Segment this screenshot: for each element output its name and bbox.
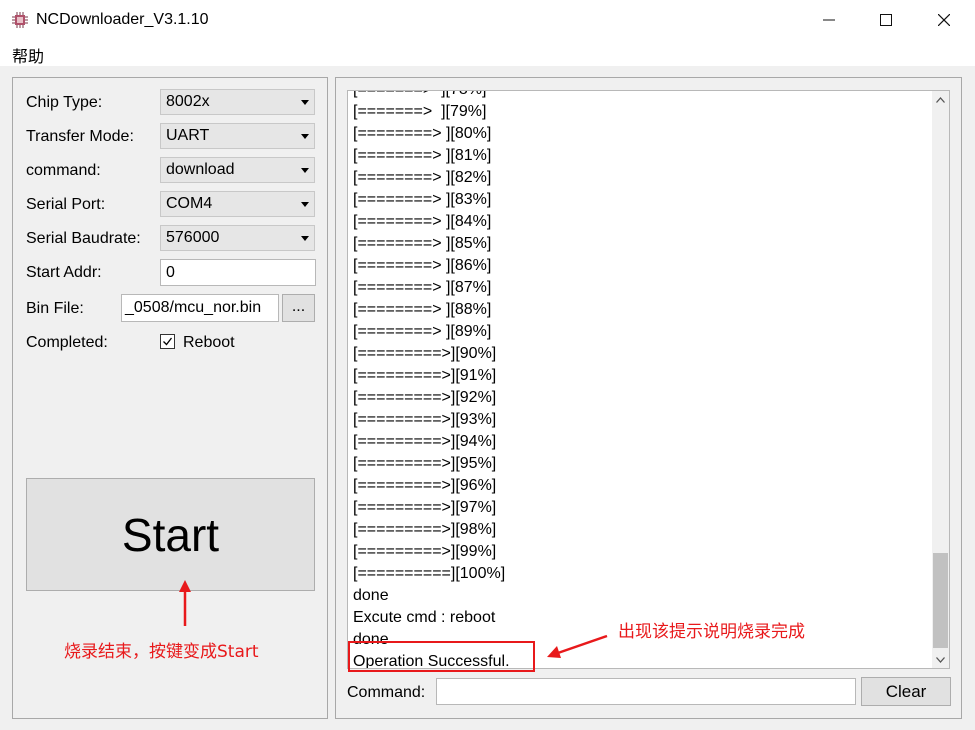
log-line: [=========>][98%] — [353, 521, 497, 538]
command-bar-label: Command: — [347, 684, 426, 701]
chevron-down-icon — [301, 168, 309, 173]
clear-button[interactable]: Clear — [861, 677, 951, 706]
log-line: done — [353, 587, 389, 604]
browse-button[interactable]: ... — [282, 294, 315, 322]
chevron-down-icon — [301, 100, 309, 105]
serial-port-select[interactable]: COM4 — [160, 191, 315, 217]
chip-type-label: Chip Type: — [26, 94, 103, 111]
log-line: [=========>][90%] — [353, 345, 497, 362]
chevron-down-icon — [301, 236, 309, 241]
log-line: [=========>][92%] — [353, 389, 497, 406]
chevron-down-icon — [301, 134, 309, 139]
annotation-left: 烧录结束，按键变成Start — [64, 642, 259, 662]
scrollbar-thumb[interactable] — [933, 553, 948, 648]
log-line: [=========>][99%] — [353, 543, 497, 560]
log-line: [=========>][96%] — [353, 477, 497, 494]
transfer-mode-label: Transfer Mode: — [26, 128, 134, 145]
reboot-checkbox[interactable] — [160, 334, 175, 349]
log-line: [=======> ][79%] — [353, 103, 487, 120]
start-button[interactable]: Start — [26, 478, 315, 591]
log-line: [========> ][81%] — [353, 147, 492, 164]
serial-baudrate-select[interactable]: 576000 — [160, 225, 315, 251]
serial-port-label: Serial Port: — [26, 196, 106, 213]
annotation-right: 出现该提示说明烧录完成 — [618, 622, 805, 642]
log-line: [========> ][89%] — [353, 323, 492, 340]
chip-type-value: 8002x — [166, 93, 210, 110]
log-line: [========> ][80%] — [353, 125, 492, 142]
log-line: [========> ][88%] — [353, 301, 492, 318]
chip-type-select[interactable]: 8002x — [160, 89, 315, 115]
log-scrollbar[interactable] — [932, 91, 949, 668]
success-highlight — [348, 641, 535, 672]
log-line: [========> ][83%] — [353, 191, 492, 208]
log-line: [=========>][91%] — [353, 367, 497, 384]
minimize-icon — [823, 19, 835, 21]
log-line: [==========][100%] — [353, 565, 506, 582]
scroll-down-icon[interactable] — [932, 651, 949, 668]
command-value: download — [166, 161, 235, 178]
command-input[interactable] — [436, 678, 856, 705]
log-lines: [=======> ][78%] [=======> ][79%] [=======… — [353, 91, 510, 668]
log-line: [========> ][86%] — [353, 257, 492, 274]
completed-label: Completed: — [26, 334, 108, 351]
chevron-down-icon — [301, 202, 309, 207]
reboot-label: Reboot — [183, 334, 235, 351]
log-line: [========> ][85%] — [353, 235, 492, 252]
log-line: [=======> ][78%] — [353, 91, 510, 101]
menu-help[interactable]: 帮助 — [12, 43, 44, 67]
log-line: [========> ][82%] — [353, 169, 492, 186]
window-title: NCDownloader_V3.1.10 — [36, 11, 209, 28]
log-line: [=========>][95%] — [353, 455, 497, 472]
log-line: [=========>][94%] — [353, 433, 497, 450]
minimize-button[interactable] — [800, 0, 858, 40]
serial-baudrate-label: Serial Baudrate: — [26, 230, 141, 247]
serial-baudrate-value: 576000 — [166, 229, 220, 246]
close-button[interactable] — [915, 0, 973, 40]
maximize-icon — [880, 14, 892, 26]
bin-file-input[interactable]: _0508/mcu_nor.bin — [121, 294, 279, 322]
chip-icon — [12, 12, 28, 28]
start-addr-input[interactable]: 0 — [160, 259, 316, 286]
scroll-up-icon[interactable] — [932, 91, 949, 108]
transfer-mode-value: UART — [166, 127, 210, 144]
log-line: [=========>][93%] — [353, 411, 497, 428]
start-addr-label: Start Addr: — [26, 264, 102, 281]
menu-bar: 帮助 — [0, 40, 975, 66]
start-addr-value: 0 — [166, 264, 175, 281]
bin-file-value: _0508/mcu_nor.bin — [125, 299, 262, 316]
bin-file-label: Bin File: — [26, 300, 84, 317]
serial-port-value: COM4 — [166, 195, 213, 212]
log-line: [========> ][87%] — [353, 279, 492, 296]
transfer-mode-select[interactable]: UART — [160, 123, 315, 149]
command-label: command: — [26, 162, 101, 179]
log-line: [=========>][97%] — [353, 499, 497, 516]
close-icon — [938, 14, 950, 26]
command-select[interactable]: download — [160, 157, 315, 183]
log-output[interactable]: [=======> ][78%] [=======> ][79%] [=======… — [347, 90, 950, 669]
log-line: Excute cmd : reboot — [353, 609, 496, 626]
arrow-up-icon — [179, 580, 191, 626]
maximize-button[interactable] — [857, 0, 915, 40]
title-bar: NCDownloader_V3.1.10 — [0, 0, 975, 40]
log-line: [========> ][84%] — [353, 213, 492, 230]
arrow-left-icon — [547, 634, 608, 658]
checkmark-icon — [163, 337, 173, 346]
